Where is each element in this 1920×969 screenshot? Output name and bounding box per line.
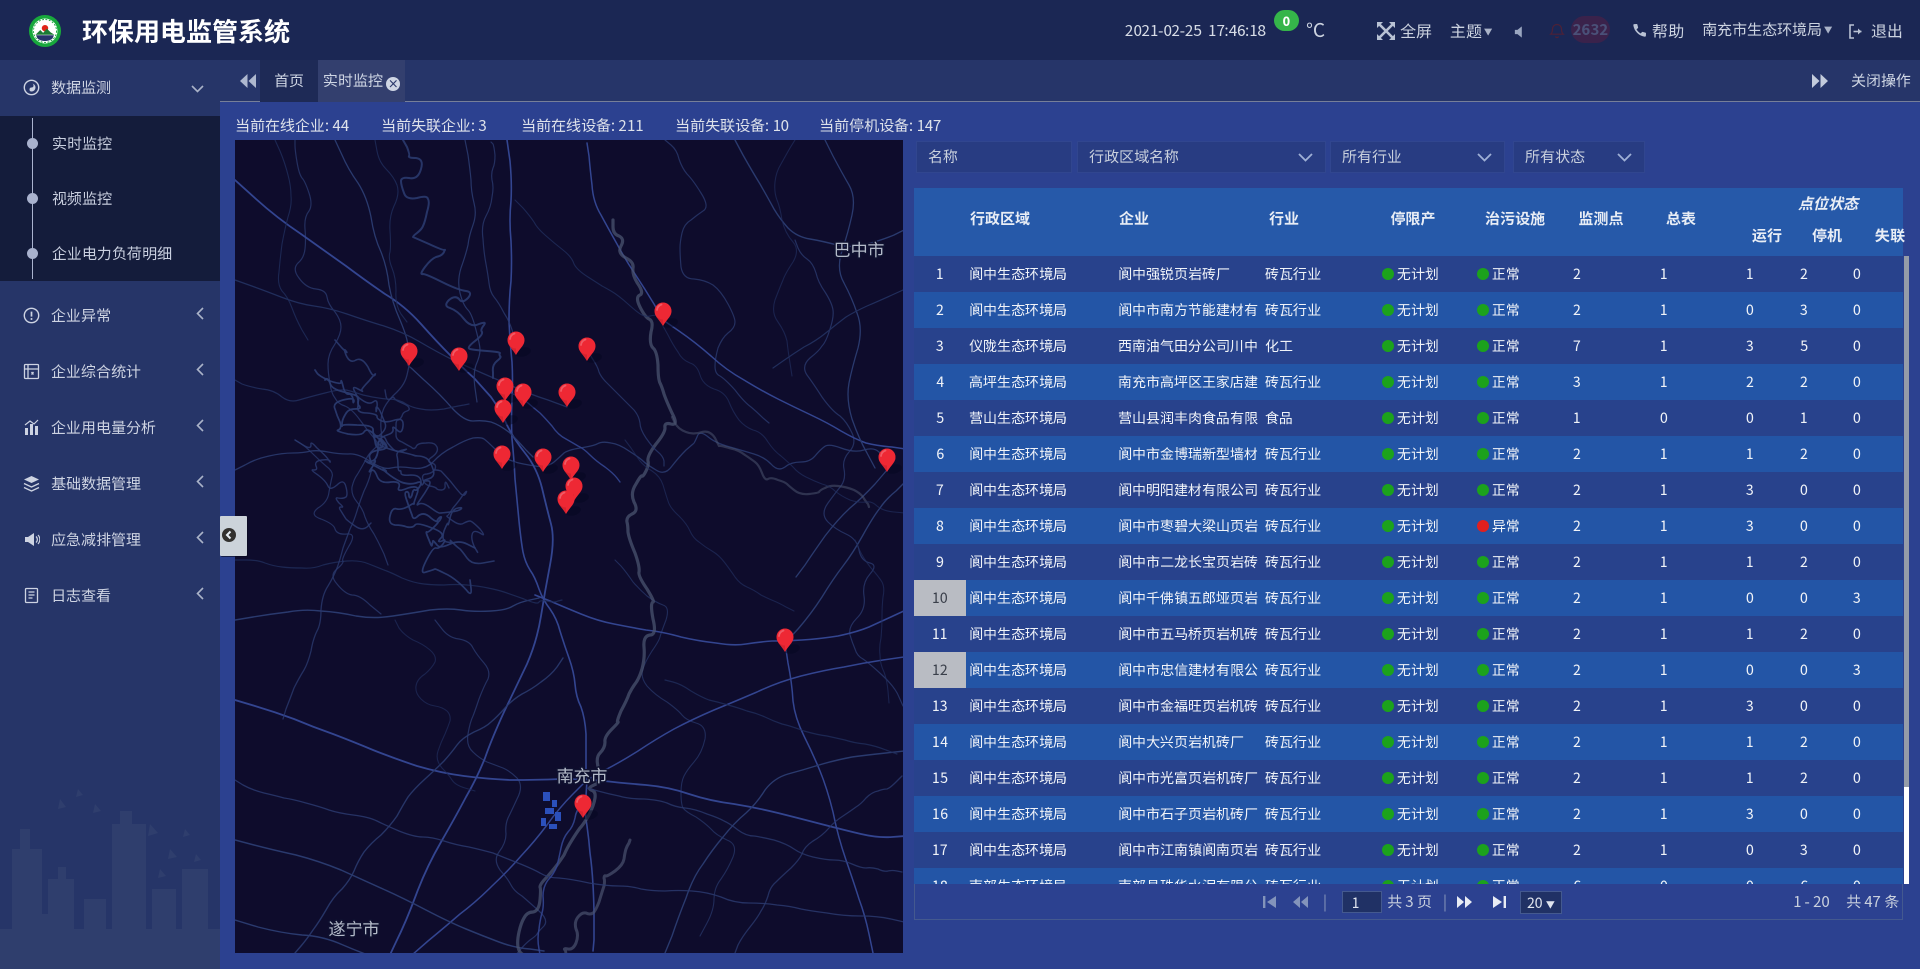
svg-text:巴中市: 巴中市 bbox=[834, 236, 885, 261]
svg-text:南充市: 南充市 bbox=[557, 762, 608, 787]
svg-text:遂宁市: 遂宁市 bbox=[329, 915, 380, 940]
